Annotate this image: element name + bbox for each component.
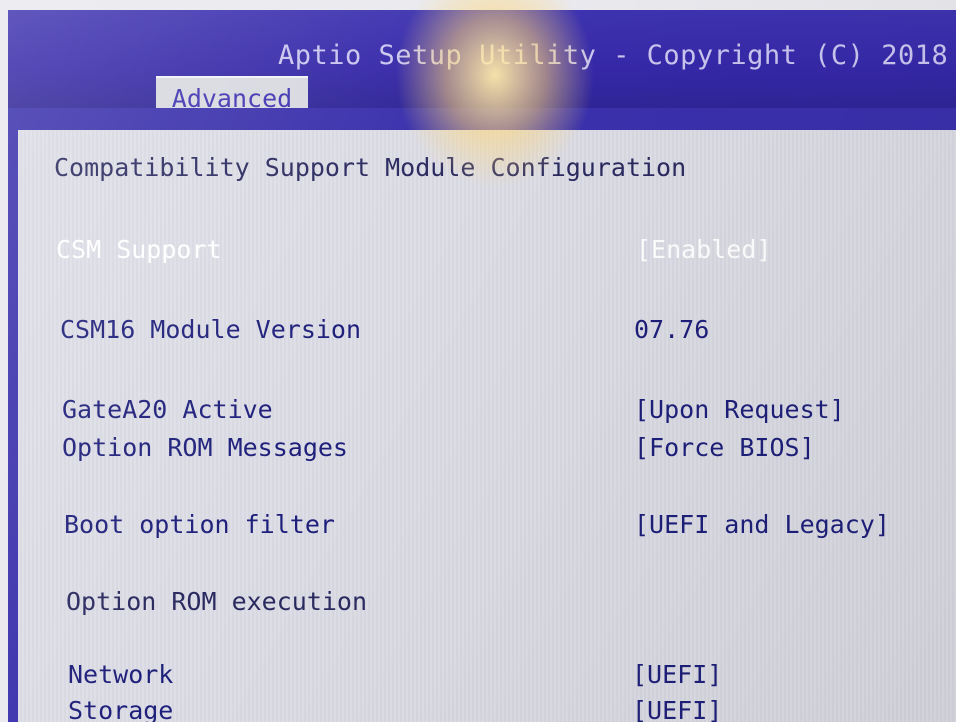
setting-label-gatea20[interactable]: GateA20 Active: [62, 395, 273, 424]
setting-value-option-rom-messages[interactable]: [Force BIOS]: [634, 433, 815, 462]
setting-label-boot-option-filter[interactable]: Boot option filter: [64, 510, 335, 539]
setting-value-gatea20[interactable]: [Upon Request]: [634, 395, 845, 424]
utility-title: Aptio Setup Utility - Copyright (C) 2018…: [278, 40, 956, 71]
bios-screen: Aptio Setup Utility - Copyright (C) 2018…: [0, 0, 956, 722]
header-bar: Aptio Setup Utility - Copyright (C) 2018…: [8, 10, 956, 120]
setting-label-csm16-version: CSM16 Module Version: [60, 315, 362, 344]
setting-value-storage[interactable]: [UEFI]: [632, 696, 722, 722]
setting-label-option-rom-messages[interactable]: Option ROM Messages: [62, 433, 348, 462]
setting-label-network[interactable]: Network: [68, 660, 173, 689]
setting-label-storage[interactable]: Storage: [68, 696, 173, 722]
setting-value-network[interactable]: [UEFI]: [632, 660, 722, 689]
section-title: Compatibility Support Module Configurati…: [54, 153, 687, 182]
setting-value-csm16-version: 07.76: [634, 315, 710, 344]
setting-value-boot-option-filter[interactable]: [UEFI and Legacy]: [634, 510, 890, 539]
subsection-option-rom-execution: Option ROM execution: [66, 587, 368, 616]
main-panel: [18, 130, 956, 722]
setting-label-csm-support[interactable]: CSM Support: [56, 235, 222, 264]
setting-value-csm-support[interactable]: [Enabled]: [636, 235, 771, 264]
